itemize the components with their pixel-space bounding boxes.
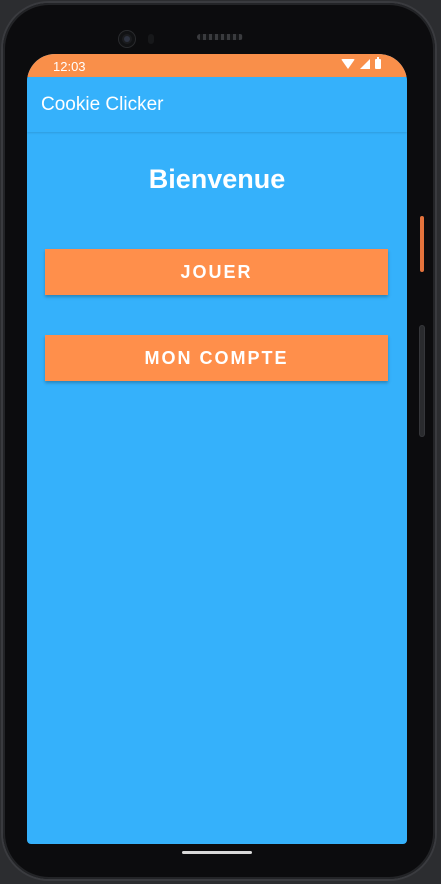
app-title: Cookie Clicker xyxy=(41,94,164,115)
volume-rocker[interactable] xyxy=(420,326,424,436)
app-bar: Cookie Clicker xyxy=(27,77,407,132)
battery-icon xyxy=(375,57,381,69)
page-title: Bienvenue xyxy=(148,164,286,194)
wifi-icon xyxy=(341,59,355,69)
home-indicator[interactable] xyxy=(182,851,252,854)
status-bar: 12:03 xyxy=(27,54,407,77)
earpiece-speaker-icon xyxy=(197,34,243,40)
front-camera-icon xyxy=(119,31,135,47)
play-button[interactable]: JOUER xyxy=(45,249,388,295)
status-icons xyxy=(341,57,381,69)
status-time: 12:03 xyxy=(53,59,86,74)
gesture-nav-bar xyxy=(27,844,407,862)
proximity-sensor-icon xyxy=(148,34,154,44)
signal-icon xyxy=(360,59,370,69)
phone-screen: 12:03 Cookie Clicker Bienvenue JOUER MON… xyxy=(27,54,407,844)
power-button[interactable] xyxy=(420,216,424,272)
my-account-button[interactable]: MON COMPTE xyxy=(45,335,388,381)
